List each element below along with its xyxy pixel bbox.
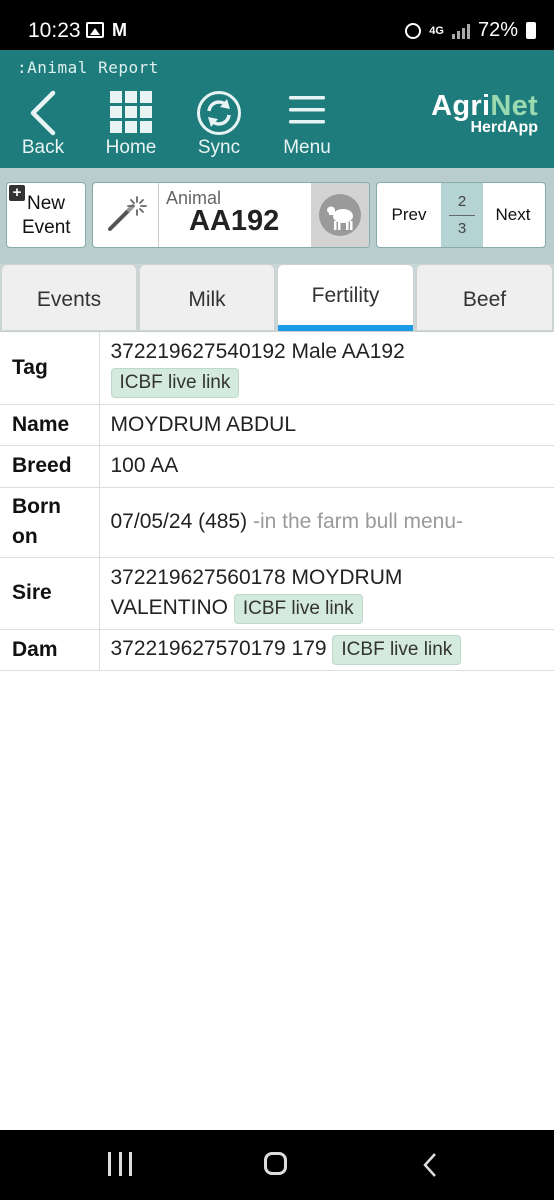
animal-picture[interactable] xyxy=(311,183,369,247)
dam-label: Dam xyxy=(0,629,100,671)
tab-bar: Events Milk Fertility Beef xyxy=(0,264,554,332)
animal-toolbar: + New Event Animal AA192 Prev 2 3 Next xyxy=(0,168,554,264)
animal-pager: Prev 2 3 Next xyxy=(376,182,546,248)
name-label: Name xyxy=(0,404,100,446)
sire-value-line1: 372219627560178 MOYDRUM xyxy=(110,565,403,589)
battery-percent: 72% xyxy=(477,19,518,41)
page-indicator: 2 3 xyxy=(441,183,483,247)
tab-milk[interactable]: Milk xyxy=(139,264,275,330)
battery-icon xyxy=(526,22,536,39)
tab-beef[interactable]: Beef xyxy=(416,264,553,330)
recents-button[interactable] xyxy=(108,1152,132,1176)
dam-icbf-link[interactable]: ICBF live link xyxy=(332,635,462,665)
new-event-button[interactable]: + New Event xyxy=(6,182,86,248)
born-note: -in the farm bull menu- xyxy=(252,510,464,533)
row-sire: Sire 372219627560178 MOYDRUM VALENTINO I… xyxy=(0,557,554,630)
gmail-notification-icon: M xyxy=(112,20,127,40)
system-home-button[interactable] xyxy=(264,1152,287,1175)
tab-events[interactable]: Events xyxy=(1,264,137,330)
animal-selector[interactable]: Animal AA192 xyxy=(92,182,370,248)
row-tag: Tag 372219627540192 Male AA192 ICBF live… xyxy=(0,332,554,405)
alarm-icon xyxy=(405,22,422,39)
row-breed: Breed 100 AA xyxy=(0,445,554,488)
tag-label: Tag xyxy=(0,332,100,405)
home-button[interactable]: Home xyxy=(90,86,172,164)
row-name: Name MOYDRUM ABDUL xyxy=(0,404,554,446)
plus-icon: + xyxy=(9,185,25,201)
agrinet-logo: AgriNet HerdApp xyxy=(431,90,538,136)
menu-button[interactable]: Menu xyxy=(266,86,348,164)
app-header: :Animal Report Back Home Sync Menu AgriN… xyxy=(0,50,554,168)
prev-button[interactable]: Prev xyxy=(377,183,441,247)
sync-icon xyxy=(197,91,241,135)
menu-label: Menu xyxy=(283,137,331,158)
screen-title: :Animal Report xyxy=(17,58,159,77)
animal-id: AA192 xyxy=(189,205,280,237)
chevron-left-icon xyxy=(30,90,56,136)
tag-icbf-link[interactable]: ICBF live link xyxy=(110,368,240,399)
dam-value: 372219627570179 179 xyxy=(110,637,327,660)
signal-icon xyxy=(451,23,470,39)
born-label-line1: Born xyxy=(12,495,61,518)
cow-icon xyxy=(319,194,361,236)
back-button[interactable]: Back xyxy=(2,86,84,164)
home-label: Home xyxy=(105,137,157,158)
name-value: MOYDRUM ABDUL xyxy=(99,404,554,446)
back-chevron-icon xyxy=(423,1153,436,1177)
system-nav-bar xyxy=(0,1130,554,1200)
sire-icbf-link[interactable]: ICBF live link xyxy=(233,593,363,624)
grid-icon xyxy=(110,91,152,133)
breed-value: 100 AA xyxy=(99,445,554,488)
status-time: 10:23 xyxy=(28,19,81,42)
row-born: Born on 07/05/24 (485) -in the farm bull… xyxy=(0,487,554,558)
hamburger-icon xyxy=(289,96,325,124)
born-value: 07/05/24 (485) xyxy=(110,510,248,533)
row-dam: Dam 372219627570179 179 ICBF live link xyxy=(0,629,554,671)
status-bar: 10:23 M 4G 72% xyxy=(0,0,554,50)
born-label-line2: on xyxy=(12,525,38,548)
tag-value: 372219627540192 Male AA192 xyxy=(110,340,405,364)
breed-label: Breed xyxy=(0,445,100,488)
sync-button[interactable]: Sync xyxy=(178,86,260,164)
magic-wand-icon xyxy=(108,196,147,231)
sire-label: Sire xyxy=(0,557,100,630)
network-type: 4G xyxy=(429,24,444,37)
gallery-notification-icon xyxy=(86,22,104,38)
animal-detail-table: Tag 372219627540192 Male AA192 ICBF live… xyxy=(0,332,554,671)
system-back-button[interactable] xyxy=(422,1152,438,1183)
sync-label: Sync xyxy=(197,137,241,158)
back-label: Back xyxy=(21,137,65,158)
sire-value-line2: VALENTINO xyxy=(110,595,228,619)
magic-wand-button[interactable] xyxy=(93,183,159,247)
tab-fertility[interactable]: Fertility xyxy=(277,264,414,331)
next-button[interactable]: Next xyxy=(481,183,545,247)
